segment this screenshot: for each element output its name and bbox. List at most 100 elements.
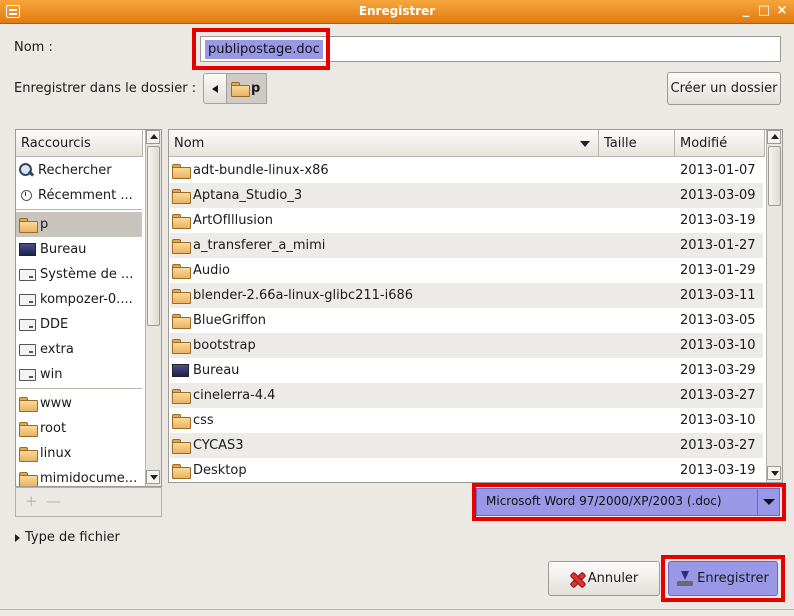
folder-icon xyxy=(172,214,191,229)
desktop-icon xyxy=(172,364,189,377)
folder-icon xyxy=(172,414,191,429)
file-type-filter-select[interactable]: Microsoft Word 97/2000/XP/2003 (.doc) xyxy=(476,488,780,516)
file-row[interactable]: Aptana_Studio_3 2013-03-09 xyxy=(170,183,763,208)
file-type-expander[interactable]: Type de fichier xyxy=(15,530,120,545)
column-header-modified[interactable]: Modifié xyxy=(675,130,765,157)
drive-icon xyxy=(19,368,36,381)
column-header-size[interactable]: Taille xyxy=(599,130,675,157)
path-back-arrow-icon[interactable] xyxy=(203,73,227,104)
shortcuts-panel: Raccourcis Rechercher Récemment ... p Bu… xyxy=(15,129,162,487)
save-label: Enregistrer xyxy=(697,571,769,586)
shortcuts-separator xyxy=(16,209,142,210)
minimize-icon[interactable]: _ xyxy=(738,3,754,19)
path-button-current[interactable]: p xyxy=(227,73,268,104)
close-icon[interactable]: × xyxy=(774,3,790,19)
folder-icon xyxy=(231,82,250,97)
filename-value: publipostage.doc xyxy=(205,40,323,59)
file-row[interactable]: Audio 2013-01-29 xyxy=(170,258,763,283)
folder-icon xyxy=(172,464,191,479)
title-bar: Enregistrer _ □ × xyxy=(0,0,794,24)
desktop-icon xyxy=(19,243,36,256)
shortcut-dde[interactable]: DDE xyxy=(16,312,142,337)
cancel-label: Annuler xyxy=(587,571,639,586)
folder-icon xyxy=(172,389,191,404)
shortcut-mimidocuments[interactable]: mimidocume... xyxy=(16,466,142,486)
drive-icon xyxy=(19,293,36,306)
shortcut-extra[interactable]: extra xyxy=(16,337,142,362)
shortcut-add-remove-bar: + — xyxy=(15,487,162,517)
shortcut-linux[interactable]: linux xyxy=(16,441,142,466)
file-row[interactable]: adt-bundle-linux-x86 2013-01-07 xyxy=(170,158,763,183)
folder-icon xyxy=(172,239,191,254)
chevron-down-icon[interactable] xyxy=(757,489,779,515)
folder-icon xyxy=(172,439,191,454)
column-header-name[interactable]: Nom xyxy=(169,130,599,157)
shortcut-bureau[interactable]: Bureau xyxy=(16,237,142,262)
search-icon xyxy=(19,163,34,178)
create-folder-button[interactable]: Créer un dossier xyxy=(667,72,781,105)
file-row[interactable]: CYCAS3 2013-03-27 xyxy=(170,433,763,458)
shortcut-root[interactable]: root xyxy=(16,416,142,441)
shortcut-kompozer[interactable]: kompozer-0.... xyxy=(16,287,142,312)
shortcut-p[interactable]: p xyxy=(16,212,142,237)
file-row[interactable]: BlueGriffon 2013-03-05 xyxy=(170,308,763,333)
remove-shortcut-button[interactable]: — xyxy=(46,492,61,510)
drive-icon xyxy=(19,268,36,281)
cancel-button[interactable]: Annuler xyxy=(548,561,660,596)
shortcut-recent[interactable]: Récemment ... xyxy=(16,183,142,208)
file-row[interactable]: ArtOfIllusion 2013-03-19 xyxy=(170,208,763,233)
save-in-folder-label: Enregistrer dans le dossier : xyxy=(14,81,197,96)
shortcut-search[interactable]: Rechercher xyxy=(16,158,142,183)
sort-arrow-icon xyxy=(580,141,590,147)
shortcut-win[interactable]: win xyxy=(16,362,142,387)
file-list-scrollbar[interactable] xyxy=(766,130,782,482)
filename-input[interactable]: publipostage.doc xyxy=(200,36,781,62)
file-row[interactable]: bootstrap 2013-03-10 xyxy=(170,333,763,358)
file-row[interactable]: Bureau 2013-03-29 xyxy=(170,358,763,383)
shortcuts-header[interactable]: Raccourcis xyxy=(16,130,143,157)
name-label: Nom : xyxy=(14,40,53,55)
scroll-up-arrow-icon[interactable] xyxy=(767,130,781,144)
window-title: Enregistrer xyxy=(358,4,436,18)
save-icon xyxy=(677,571,694,586)
file-list-scroll-thumb[interactable] xyxy=(768,146,781,206)
cancel-icon xyxy=(570,572,584,586)
file-type-label: Type de fichier xyxy=(25,530,120,545)
save-button[interactable]: Enregistrer xyxy=(668,561,778,596)
file-row[interactable]: Desktop 2013-03-19 xyxy=(170,458,763,482)
folder-icon xyxy=(172,289,191,304)
scroll-up-arrow-icon[interactable] xyxy=(146,130,160,144)
file-row[interactable]: cinelerra-4.4 2013-03-27 xyxy=(170,383,763,408)
window-bottom-edge xyxy=(0,609,794,616)
filter-selected-value: Microsoft Word 97/2000/XP/2003 (.doc) xyxy=(486,494,722,508)
shortcuts-scroll-thumb[interactable] xyxy=(147,146,160,326)
folder-icon xyxy=(19,472,38,486)
scroll-down-arrow-icon[interactable] xyxy=(146,470,160,484)
scroll-down-arrow-icon[interactable] xyxy=(767,466,781,480)
folder-icon xyxy=(19,447,38,462)
shortcut-systeme[interactable]: Système de ... xyxy=(16,262,142,287)
file-row[interactable]: blender-2.66a-linux-glibc211-i686 2013-03… xyxy=(170,283,763,308)
clock-icon xyxy=(19,188,34,203)
create-folder-label: Créer un dossier xyxy=(670,81,778,96)
drive-icon xyxy=(19,318,36,331)
folder-icon xyxy=(172,339,191,354)
file-row[interactable]: css 2013-03-10 xyxy=(170,408,763,433)
folder-icon xyxy=(19,422,38,437)
shortcuts-separator xyxy=(16,388,142,389)
add-shortcut-button[interactable]: + xyxy=(25,492,38,510)
folder-icon xyxy=(19,218,38,233)
file-row[interactable]: a_transferer_a_mimi 2013-01-27 xyxy=(170,233,763,258)
file-list-panel: Nom Taille Modifié adt-bundle-linux-x86 2… xyxy=(168,129,783,483)
path-bar: p xyxy=(203,73,268,104)
folder-icon xyxy=(172,264,191,279)
folder-icon xyxy=(172,314,191,329)
shortcuts-scrollbar[interactable] xyxy=(145,130,161,486)
drive-icon xyxy=(19,343,36,356)
folder-icon xyxy=(19,397,38,412)
path-button-label: p xyxy=(251,81,261,96)
maximize-icon[interactable]: □ xyxy=(756,3,772,19)
shortcut-www[interactable]: www xyxy=(16,391,142,416)
folder-icon xyxy=(172,164,191,179)
expander-arrow-icon xyxy=(15,533,20,542)
